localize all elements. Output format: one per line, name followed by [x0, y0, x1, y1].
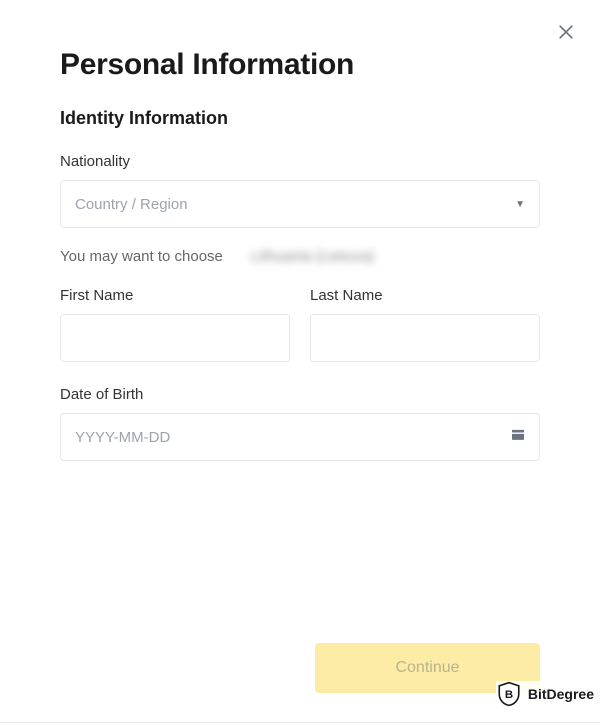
shield-icon: B: [496, 681, 522, 707]
watermark-text: BitDegree: [528, 686, 594, 702]
hint-suggestion[interactable]: Lithuania (Lietuva): [251, 248, 374, 265]
nationality-select[interactable]: Country / Region ▼: [60, 180, 540, 228]
nationality-hint: You may want to choose Lithuania (Lietuv…: [60, 248, 540, 265]
close-button[interactable]: [556, 22, 576, 42]
close-icon: [556, 22, 576, 42]
dob-input[interactable]: [60, 413, 540, 461]
nationality-label: Nationality: [60, 153, 540, 170]
hint-text: You may want to choose: [60, 248, 223, 265]
chevron-down-icon: ▼: [515, 199, 525, 210]
first-name-label: First Name: [60, 287, 290, 304]
form-container: Personal Information Identity Informatio…: [0, 0, 600, 725]
dob-label: Date of Birth: [60, 386, 540, 403]
last-name-label: Last Name: [310, 287, 540, 304]
nationality-placeholder: Country / Region: [75, 196, 188, 213]
page-title: Personal Information: [60, 48, 540, 82]
svg-text:B: B: [505, 689, 513, 701]
divider: [0, 722, 600, 723]
watermark: B BitDegree: [496, 681, 594, 707]
section-title: Identity Information: [60, 108, 540, 129]
first-name-input[interactable]: [60, 314, 290, 362]
last-name-input[interactable]: [310, 314, 540, 362]
